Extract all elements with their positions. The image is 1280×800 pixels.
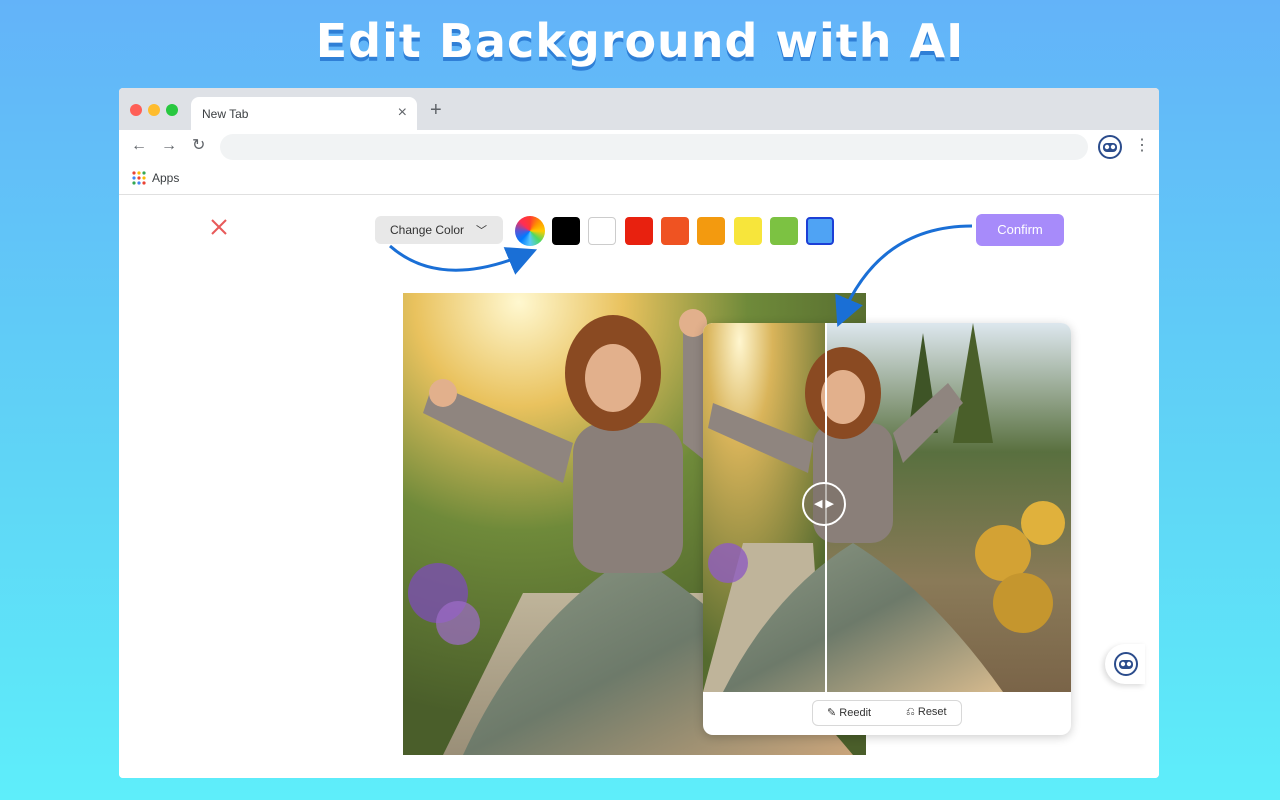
back-icon[interactable]: ←: [131, 136, 147, 156]
menu-icon[interactable]: ⋮: [1134, 137, 1150, 155]
extension-robot-icon[interactable]: [1097, 134, 1123, 165]
browser-window: New Tab × + ← → ↻ ⋮ Apps Change Color ﹀ …: [119, 88, 1159, 778]
close-tab-icon[interactable]: ×: [398, 103, 407, 123]
color-swatch[interactable]: [552, 217, 580, 245]
color-swatch[interactable]: [806, 217, 835, 245]
bookmark-apps-label[interactable]: Apps: [152, 171, 179, 185]
address-bar[interactable]: [220, 134, 1088, 160]
tab-new-tab[interactable]: New Tab ×: [191, 97, 417, 130]
result-actions: ✎ Reedit ⎌ Reset: [812, 700, 962, 726]
close-window-button[interactable]: [130, 104, 142, 116]
new-tab-button[interactable]: +: [430, 99, 442, 121]
color-swatch[interactable]: [733, 217, 762, 245]
maximize-window-button[interactable]: [166, 104, 178, 116]
color-swatch[interactable]: [624, 217, 653, 245]
edit-icon: ✎: [827, 707, 837, 719]
chevron-down-icon: ﹀: [476, 225, 487, 237]
tab-bar: New Tab × +: [119, 88, 1159, 130]
color-swatch[interactable]: [697, 217, 726, 245]
reset-label: Reset: [917, 706, 947, 718]
color-swatch[interactable]: [769, 217, 798, 245]
close-editor-icon[interactable]: [209, 217, 229, 237]
reload-icon[interactable]: ↻: [192, 136, 205, 156]
bookmarks-bar: Apps: [119, 166, 1159, 195]
reedit-label: Reedit: [839, 707, 872, 719]
minimize-window-button[interactable]: [148, 104, 160, 116]
color-swatch[interactable]: [588, 217, 617, 245]
result-comparison-image: ◀ ▶: [703, 323, 1071, 692]
floating-assistant-button[interactable]: [1105, 644, 1145, 684]
reedit-button[interactable]: ✎ Reedit: [827, 706, 871, 719]
browser-toolbar: ← → ↻ ⋮: [119, 130, 1159, 166]
color-wheel-icon[interactable]: [515, 216, 545, 246]
apps-grid-icon[interactable]: [132, 171, 146, 190]
comparison-slider-handle[interactable]: ◀ ▶: [802, 482, 846, 526]
page-headline: Edit Background with AI: [315, 14, 965, 68]
change-color-label: Change Color: [390, 223, 465, 237]
tab-title: New Tab: [202, 107, 249, 121]
forward-icon[interactable]: →: [161, 136, 177, 156]
editor-content: Change Color ﹀ Confirm ◀ ▶ ✎ Reedit ⎌ Re…: [119, 195, 1159, 778]
color-swatch[interactable]: [660, 217, 689, 245]
confirm-button[interactable]: Confirm: [976, 214, 1064, 246]
reset-icon: ⎌: [906, 706, 915, 718]
reset-button[interactable]: ⎌ Reset: [906, 706, 947, 719]
result-card: ◀ ▶ ✎ Reedit ⎌ Reset: [703, 323, 1071, 735]
robot-icon: [1114, 652, 1138, 676]
change-color-dropdown[interactable]: Change Color ﹀: [375, 216, 503, 244]
